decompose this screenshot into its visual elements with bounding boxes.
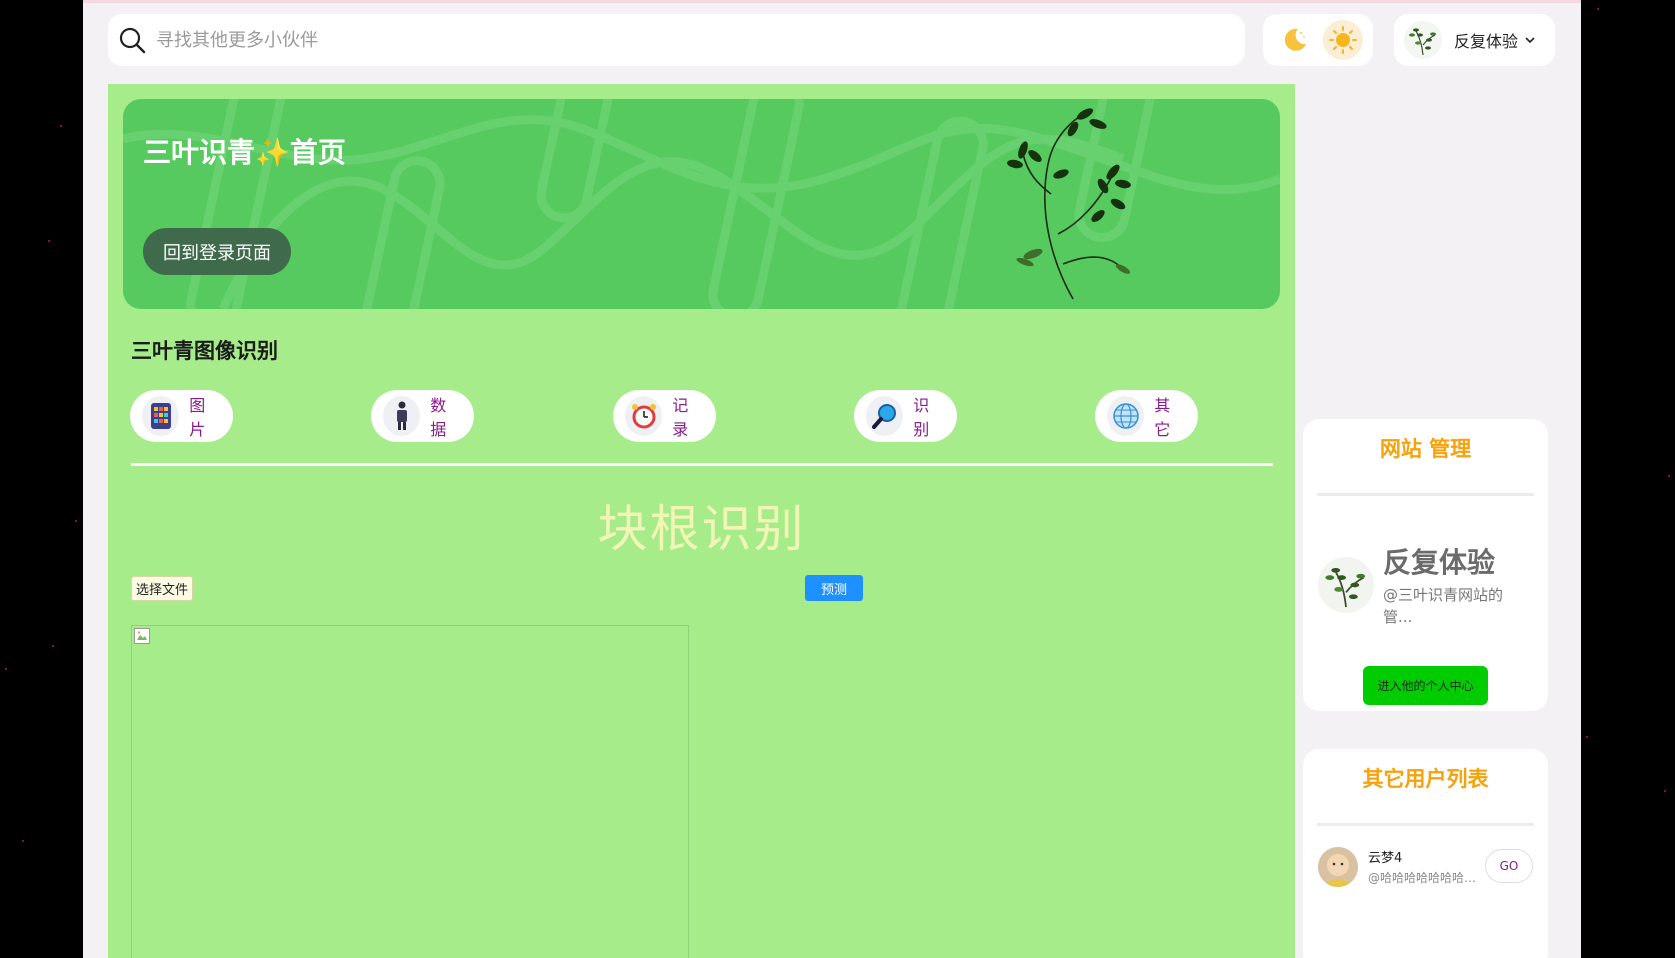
user-handle: @哈哈哈哈哈哈哈哈哈哈哈 <box>1368 871 1483 885</box>
search-bar[interactable] <box>108 14 1245 66</box>
background-star <box>1664 790 1666 792</box>
background-star <box>60 125 62 127</box>
background-star <box>22 840 24 842</box>
main-content: 三叶识青✨首页 回到登录页面 三叶青图像识别 图片 数据 记录 识别 其它 块根… <box>108 84 1295 958</box>
category-label: 识别 <box>913 396 930 439</box>
theme-switcher <box>1263 14 1373 66</box>
plant-illustration <box>1007 108 1131 300</box>
users-panel-title: 其它用户列表 <box>1362 767 1489 791</box>
panel-divider <box>1317 493 1534 496</box>
alarm-clock-icon <box>625 396 663 436</box>
hero-title: 三叶识青✨首页 <box>143 136 346 169</box>
user-menu[interactable]: 反复体验 <box>1394 14 1555 66</box>
search-input[interactable] <box>154 28 1208 52</box>
admin-panel-title: 网站 管理 <box>1379 437 1472 461</box>
background-star <box>75 520 77 522</box>
sun-icon <box>1328 26 1357 54</box>
search-icon <box>119 27 146 54</box>
plant-avatar-icon <box>1325 567 1366 608</box>
username: 反复体验 <box>1454 32 1519 51</box>
chevron-down-icon <box>1525 37 1535 44</box>
section-title: 三叶青图像识别 <box>131 339 278 363</box>
category-label: 图片 <box>189 396 206 439</box>
broken-image-icon <box>134 628 150 644</box>
avatar <box>1404 21 1442 59</box>
enter-profile-button[interactable]: 进入他的个人中心 <box>1363 666 1488 705</box>
page-heading: 块根识别 <box>597 500 806 558</box>
magnifier-icon <box>866 396 904 436</box>
avatar <box>1318 557 1374 613</box>
baby-avatar-icon <box>1318 847 1358 887</box>
globe-icon <box>1107 396 1145 436</box>
category-other[interactable]: 其它 <box>1095 390 1198 442</box>
category-recognition[interactable]: 识别 <box>854 390 957 442</box>
category-label: 数据 <box>430 396 447 439</box>
app-window: 反复体验 三叶识青✨首页 回到登录页面 <box>83 0 1581 958</box>
moon-icon <box>1284 28 1306 51</box>
back-to-login-button[interactable]: 回到登录页面 <box>143 228 291 275</box>
background-star <box>48 240 50 242</box>
admin-name: 反复体验 <box>1383 546 1496 579</box>
calculator-icon <box>142 396 180 436</box>
light-mode-button[interactable] <box>1322 20 1363 60</box>
panel-divider <box>1317 823 1534 826</box>
hero-banner: 三叶识青✨首页 回到登录页面 <box>123 99 1280 309</box>
image-preview <box>131 625 689 958</box>
choose-file-button[interactable]: 选择文件 <box>131 576 193 601</box>
category-label: 记录 <box>672 396 689 439</box>
admin-panel: 网站 管理 反复体验 @三叶识青网站的管... 进入他的个人中心 <box>1303 419 1548 711</box>
category-data[interactable]: 数据 <box>371 390 474 442</box>
user-list-item: 云梦4 @哈哈哈哈哈哈哈哈哈哈哈 GO <box>1318 847 1533 889</box>
category-label: 其它 <box>1154 396 1171 439</box>
background-star <box>1597 8 1599 10</box>
users-panel: 其它用户列表 云梦4 @哈哈哈哈哈哈哈哈哈哈哈 GO <box>1303 749 1548 958</box>
person-icon <box>383 396 421 436</box>
go-button[interactable]: GO <box>1485 849 1533 883</box>
predict-button[interactable]: 预测 <box>805 575 863 601</box>
user-name: 云梦4 <box>1368 851 1403 866</box>
background-star <box>5 668 7 670</box>
admin-handle: @三叶识青网站的管... <box>1383 586 1504 626</box>
avatar <box>1318 847 1358 887</box>
category-pictures[interactable]: 图片 <box>130 390 233 442</box>
dark-mode-button[interactable] <box>1274 20 1314 60</box>
category-records[interactable]: 记录 <box>613 390 716 442</box>
divider <box>131 463 1273 466</box>
background-star <box>1668 475 1670 477</box>
background-star <box>52 645 54 647</box>
plant-avatar-icon <box>1409 28 1436 56</box>
background-star <box>1586 736 1588 738</box>
